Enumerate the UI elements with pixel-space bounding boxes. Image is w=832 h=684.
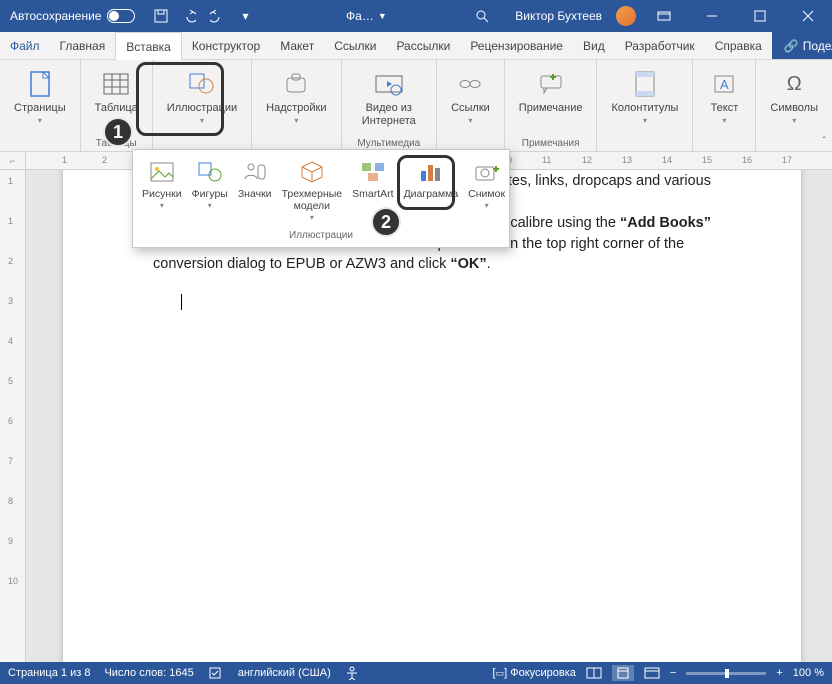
- zoom-in-icon[interactable]: +: [776, 667, 782, 679]
- pages-icon: [24, 68, 56, 100]
- svg-text:A: A: [720, 77, 729, 92]
- text-button[interactable]: A Текст: [699, 64, 749, 136]
- tab-design[interactable]: Конструктор: [182, 32, 270, 59]
- tab-developer[interactable]: Разработчик: [615, 32, 705, 59]
- ribbon-collapse-icon[interactable]: ˆ: [823, 136, 826, 147]
- tab-layout[interactable]: Макет: [270, 32, 324, 59]
- undo-icon[interactable]: [177, 4, 201, 28]
- ribbon-options-icon[interactable]: [644, 0, 684, 32]
- illustrations-dropdown: Рисунки Фигуры Значки Трехмерные модели …: [132, 149, 510, 248]
- chart-button[interactable]: Диаграмма: [399, 154, 464, 204]
- link-icon: [454, 68, 486, 100]
- group-pages: Страницы: [0, 60, 81, 151]
- redo-icon[interactable]: [205, 4, 229, 28]
- ribbon-tabs: Файл Главная Вставка Конструктор Макет С…: [0, 32, 832, 60]
- status-words[interactable]: Число слов: 1645: [104, 667, 193, 679]
- table-icon: [100, 68, 132, 100]
- addins-icon: [280, 68, 312, 100]
- shapes-button[interactable]: Фигуры: [187, 154, 233, 214]
- pictures-button[interactable]: Рисунки: [137, 154, 187, 214]
- pages-button[interactable]: Страницы: [6, 64, 74, 136]
- group-comments: Примечание Примечания: [505, 60, 598, 151]
- group-symbols: Ω Символы: [756, 60, 832, 151]
- ruler-corner: ⌐: [0, 152, 26, 170]
- titlebar-right: Виктор Бухтеев: [475, 0, 832, 32]
- view-print-icon[interactable]: [612, 665, 634, 681]
- illustrations-button[interactable]: Иллюстрации: [159, 64, 245, 136]
- group-illustrations: Иллюстрации: [153, 60, 252, 151]
- maximize-icon[interactable]: [740, 0, 780, 32]
- text-cursor: [181, 294, 182, 310]
- tab-help[interactable]: Справка: [705, 32, 772, 59]
- group-text: A Текст: [693, 60, 756, 151]
- search-icon[interactable]: [475, 9, 489, 23]
- callout-badge-2: 2: [371, 207, 401, 237]
- spellcheck-icon[interactable]: [208, 666, 224, 680]
- tab-view[interactable]: Вид: [573, 32, 615, 59]
- save-icon[interactable]: [149, 4, 173, 28]
- group-multimedia: Видео из Интернета Мультимедиа: [342, 60, 438, 151]
- group-headers: Колонтитулы: [597, 60, 693, 151]
- chart-icon: [417, 158, 445, 186]
- addins-button[interactable]: Надстройки: [258, 64, 334, 136]
- zoom-out-icon[interactable]: −: [670, 667, 676, 679]
- gallery-group-label: Иллюстрации: [137, 226, 505, 247]
- group-label: Мультимедиа: [342, 138, 437, 149]
- document-title: Фа…▼: [257, 9, 475, 23]
- qat-dropdown-icon[interactable]: ▾: [233, 4, 257, 28]
- status-page[interactable]: Страница 1 из 8: [8, 667, 90, 679]
- screenshot-button[interactable]: Снимок: [463, 154, 510, 214]
- tab-mailings[interactable]: Рассылки: [386, 32, 460, 59]
- title-bar: Автосохранение ▾ Фа…▼ Виктор Бухтеев: [0, 0, 832, 32]
- zoom-slider[interactable]: [686, 672, 766, 675]
- avatar[interactable]: [616, 6, 636, 26]
- status-language[interactable]: английский (США): [238, 667, 331, 679]
- illustrations-icon: [186, 68, 218, 100]
- header-footer-icon: [629, 68, 661, 100]
- accessibility-icon[interactable]: [345, 666, 359, 680]
- view-read-icon[interactable]: [586, 667, 602, 679]
- callout-badge-1: 1: [103, 117, 133, 147]
- video-icon: [373, 68, 405, 100]
- vertical-ruler[interactable]: 112345678910: [0, 170, 26, 662]
- icons-button[interactable]: Значки: [233, 154, 277, 204]
- autosave-label: Автосохранение: [10, 9, 101, 23]
- status-bar: Страница 1 из 8 Число слов: 1645 английс…: [0, 662, 832, 684]
- close-icon[interactable]: [788, 0, 828, 32]
- tab-home[interactable]: Главная: [50, 32, 116, 59]
- headers-button[interactable]: Колонтитулы: [603, 64, 686, 136]
- symbol-icon: Ω: [778, 68, 810, 100]
- comment-button[interactable]: Примечание: [511, 64, 591, 136]
- smartart-icon: [359, 158, 387, 186]
- group-addins: Надстройки: [252, 60, 341, 151]
- group-label: Примечания: [505, 138, 597, 149]
- 3d-models-button[interactable]: Трехмерные модели: [277, 154, 348, 226]
- autosave-toggle[interactable]: Автосохранение: [0, 9, 145, 23]
- tab-review[interactable]: Рецензирование: [460, 32, 573, 59]
- share-button[interactable]: 🔗Поделиться: [772, 32, 832, 59]
- view-web-icon[interactable]: [644, 667, 660, 679]
- tab-references[interactable]: Ссылки: [324, 32, 386, 59]
- links-button[interactable]: Ссылки: [443, 64, 498, 136]
- group-links: Ссылки: [437, 60, 505, 151]
- quick-access-toolbar: ▾: [149, 4, 257, 28]
- comment-icon: [535, 68, 567, 100]
- tab-file[interactable]: Файл: [0, 32, 50, 59]
- pictures-icon: [148, 158, 176, 186]
- username: Виктор Бухтеев: [515, 9, 602, 23]
- minimize-icon[interactable]: [692, 0, 732, 32]
- smartart-button[interactable]: SmartArt: [347, 154, 398, 204]
- textbox-icon: A: [708, 68, 740, 100]
- symbols-button[interactable]: Ω Символы: [762, 64, 826, 136]
- zoom-level[interactable]: 100 %: [793, 667, 824, 679]
- toggle-switch-icon: [107, 9, 135, 23]
- tab-insert[interactable]: Вставка: [115, 32, 182, 60]
- screenshot-icon: [473, 158, 501, 186]
- cube-icon: [298, 158, 326, 186]
- shapes-icon: [196, 158, 224, 186]
- online-video-button[interactable]: Видео из Интернета: [348, 64, 431, 136]
- focus-mode[interactable]: [▭] Фокусировка: [493, 667, 576, 679]
- icons-icon: [241, 158, 269, 186]
